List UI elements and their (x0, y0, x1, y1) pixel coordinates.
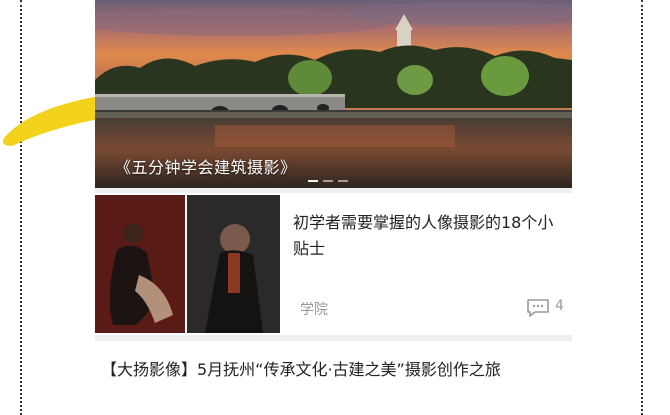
comment-count: 4 (555, 298, 564, 314)
news-feed[interactable]: 《五分钟学会建筑摄影》 初学者需要掌握的人像摄影的18个小贴士 学院 4 【大扬… (95, 0, 572, 415)
page-guide-right (641, 0, 643, 415)
carousel-dot (323, 180, 333, 182)
carousel-dot (338, 180, 348, 182)
article-thumbnail (95, 195, 280, 333)
carousel-indicator (308, 180, 348, 183)
article-source: 学院 (300, 302, 328, 318)
carousel-dot (308, 180, 318, 182)
hero-banner[interactable]: 《五分钟学会建筑摄影》 (95, 0, 572, 188)
hero-caption[interactable]: 《五分钟学会建筑摄影》 (115, 154, 297, 178)
article-title[interactable]: 【大扬影像】5月抚州“传承文化·古建之美”摄影创作之旅 (101, 357, 563, 383)
article-title[interactable]: 初学者需要掌握的人像摄影的18个小贴士 (293, 210, 563, 262)
page-guide-left (20, 0, 22, 415)
comment-icon[interactable] (526, 298, 550, 318)
highlight-stroke (3, 96, 104, 146)
article-card[interactable]: 【大扬影像】5月抚州“传承文化·古建之美”摄影创作之旅 (95, 341, 572, 415)
article-card[interactable]: 初学者需要掌握的人像摄影的18个小贴士 学院 4 (95, 193, 572, 335)
